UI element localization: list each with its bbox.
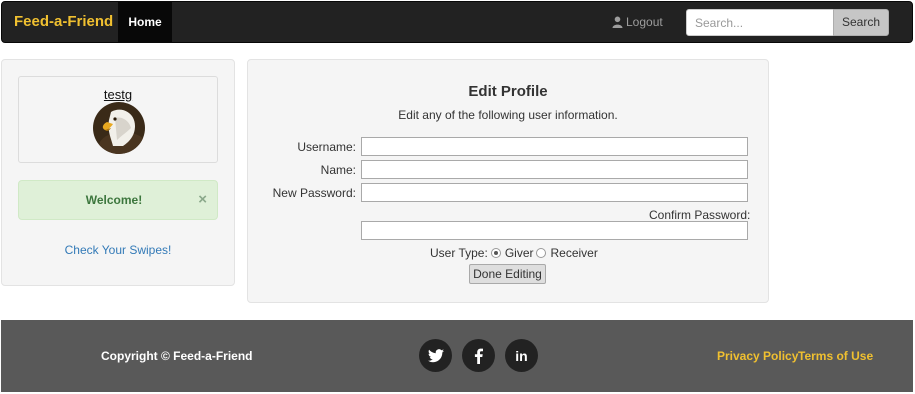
copyright-text: Copyright © Feed-a-Friend xyxy=(101,349,253,363)
welcome-message: Welcome! xyxy=(85,193,143,207)
profile-username-link[interactable]: testg xyxy=(19,87,217,102)
check-swipes-link[interactable]: Check Your Swipes! xyxy=(2,243,234,257)
new-password-label: New Password: xyxy=(272,186,356,200)
sidebar: testg Welcome! × Check Your Swipes! xyxy=(1,59,235,286)
footer: Copyright © Feed-a-Friend in Privacy Pol… xyxy=(1,320,913,392)
welcome-alert: Welcome! × xyxy=(18,180,218,220)
user-icon xyxy=(612,16,623,28)
page-title: Edit Profile xyxy=(468,83,548,100)
eagle-avatar-icon xyxy=(93,102,145,154)
edit-profile-panel: Edit Profile Edit any of the following u… xyxy=(247,59,769,303)
name-field[interactable] xyxy=(361,160,748,179)
search-input[interactable] xyxy=(686,9,834,36)
twitter-icon[interactable] xyxy=(419,339,452,372)
username-field[interactable] xyxy=(361,137,748,156)
giver-label: Giver xyxy=(504,246,534,260)
logout-label: Logout xyxy=(626,15,663,29)
confirm-password-field[interactable] xyxy=(361,221,748,240)
terms-of-use-link[interactable]: Terms of Use xyxy=(798,320,873,392)
facebook-icon[interactable] xyxy=(462,339,495,372)
done-editing-button[interactable]: Done Editing xyxy=(469,264,546,284)
avatar xyxy=(93,102,145,154)
linkedin-icon[interactable]: in xyxy=(505,339,538,372)
top-navbar: Feed-a-Friend Home Logout Search xyxy=(1,1,913,43)
page-subtitle: Edit any of the following user informati… xyxy=(398,108,618,122)
new-password-field[interactable] xyxy=(361,183,748,202)
logout-link[interactable]: Logout xyxy=(612,2,663,42)
name-label: Name: xyxy=(320,163,356,177)
linkedin-label: in xyxy=(515,347,528,364)
profile-card: testg xyxy=(18,76,218,163)
confirm-password-label: Confirm Password: xyxy=(649,208,751,222)
brand-logo[interactable]: Feed-a-Friend xyxy=(14,2,113,42)
receiver-label: Receiver xyxy=(550,246,598,260)
username-label: Username: xyxy=(297,140,356,154)
user-type-row: User Type: Giver Receiver xyxy=(430,245,598,261)
privacy-policy-link[interactable]: Privacy Policy xyxy=(717,320,798,392)
nav-home-link[interactable]: Home xyxy=(118,2,172,42)
giver-radio[interactable] xyxy=(490,248,501,258)
search-button[interactable]: Search xyxy=(833,9,889,36)
receiver-radio[interactable] xyxy=(536,248,547,258)
user-type-label: User Type: xyxy=(430,246,488,260)
close-icon[interactable]: × xyxy=(198,181,207,219)
